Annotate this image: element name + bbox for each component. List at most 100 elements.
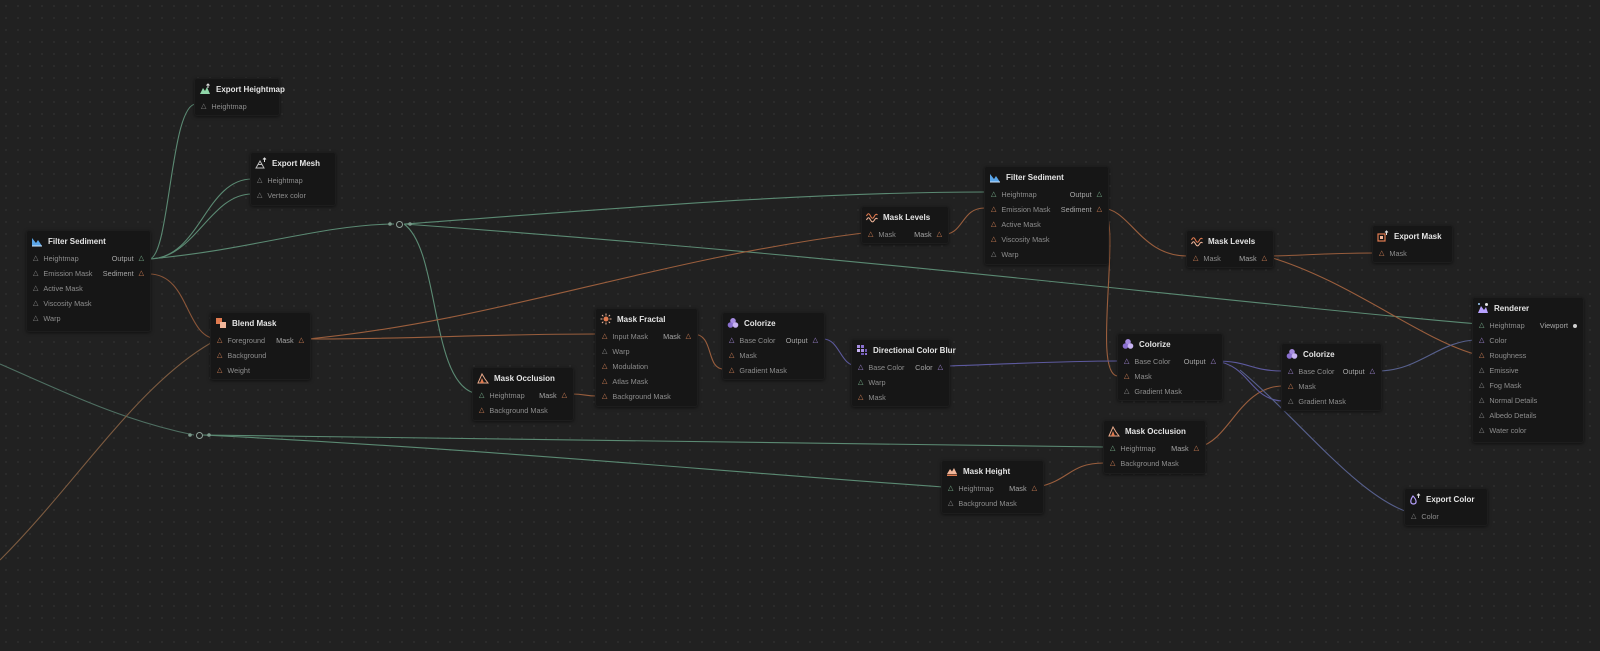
port-socket-icon[interactable]: △: [139, 270, 144, 277]
output-port[interactable]: Mask △: [914, 230, 942, 239]
input-port[interactable]: △ Active Mask: [991, 220, 1041, 229]
port-socket-icon[interactable]: △: [33, 285, 38, 292]
port-socket-icon[interactable]: △: [1032, 485, 1037, 492]
port-socket-icon[interactable]: △: [479, 407, 484, 414]
node-mask-levels[interactable]: Mask Levels △ Mask Mask △: [861, 206, 949, 244]
input-port[interactable]: △ Fog Mask: [1479, 381, 1521, 390]
input-port[interactable]: △ Mask: [868, 230, 896, 239]
port-socket-icon[interactable]: △: [1479, 367, 1484, 374]
input-port[interactable]: △ Viscosity Mask: [991, 235, 1050, 244]
port-socket-icon[interactable]: △: [257, 177, 262, 184]
node-header[interactable]: Colorize: [1282, 344, 1381, 364]
port-socket-icon[interactable]: △: [1124, 358, 1129, 365]
port-socket-icon[interactable]: △: [602, 363, 607, 370]
port-socket-icon[interactable]: △: [1097, 206, 1102, 213]
port-socket-icon[interactable]: △: [1370, 368, 1375, 375]
port-socket-icon[interactable]: △: [813, 337, 818, 344]
port-socket-icon[interactable]: △: [938, 364, 943, 371]
port-socket-icon[interactable]: △: [1194, 445, 1199, 452]
port-socket-icon[interactable]: △: [1288, 398, 1293, 405]
input-port[interactable]: △ Background Mask: [479, 406, 548, 415]
input-port[interactable]: △ Atlas Mask: [602, 377, 648, 386]
input-port[interactable]: △ Foreground: [217, 336, 265, 345]
port-socket-icon[interactable]: △: [729, 337, 734, 344]
port-socket-icon[interactable]: [1573, 323, 1577, 328]
port-socket-icon[interactable]: △: [1211, 358, 1216, 365]
port-socket-icon[interactable]: △: [1479, 397, 1484, 404]
port-socket-icon[interactable]: △: [1110, 445, 1115, 452]
port-socket-icon[interactable]: △: [729, 367, 734, 374]
input-port[interactable]: △ Base Color: [729, 336, 776, 345]
port-socket-icon[interactable]: △: [33, 300, 38, 307]
port-socket-icon[interactable]: △: [858, 379, 863, 386]
port-socket-icon[interactable]: △: [991, 206, 996, 213]
node-colorize[interactable]: Colorize △ Base Color Output △ △ Mask △ Grad…: [722, 312, 825, 380]
port-socket-icon[interactable]: △: [1193, 255, 1198, 262]
port-socket-icon[interactable]: △: [33, 255, 38, 262]
input-port[interactable]: △ Active Mask: [33, 284, 83, 293]
node-renderer[interactable]: Renderer △ Heightmap Viewport △ Color △ Rou…: [1472, 297, 1584, 443]
port-socket-icon[interactable]: △: [1479, 337, 1484, 344]
node-header[interactable]: Export Mask: [1373, 226, 1452, 246]
port-socket-icon[interactable]: △: [1097, 191, 1102, 198]
port-socket-icon[interactable]: △: [858, 364, 863, 371]
node-export-color[interactable]: Export Color △ Color: [1404, 488, 1488, 526]
output-port[interactable]: Mask △: [276, 336, 304, 345]
input-port[interactable]: △ Base Color: [1288, 367, 1335, 376]
node-header[interactable]: Export Heightmap: [195, 79, 285, 99]
node-header[interactable]: Mask Fractal: [596, 309, 697, 329]
input-port[interactable]: △ Roughness: [1479, 351, 1526, 360]
input-port[interactable]: △ Heightmap: [948, 484, 994, 493]
input-port[interactable]: △ Emission Mask: [33, 269, 92, 278]
output-port[interactable]: Output △: [1184, 357, 1216, 366]
input-port[interactable]: △ Heightmap: [257, 176, 303, 185]
port-socket-icon[interactable]: △: [1124, 373, 1129, 380]
output-port[interactable]: Sediment △: [1061, 205, 1102, 214]
port-socket-icon[interactable]: △: [991, 236, 996, 243]
port-socket-icon[interactable]: △: [991, 191, 996, 198]
port-socket-icon[interactable]: △: [217, 352, 222, 359]
node-mask-fractal[interactable]: Mask Fractal △ Input Mask Mask △ △ Warp △ Mo…: [595, 308, 698, 407]
port-socket-icon[interactable]: △: [1479, 352, 1484, 359]
node-export-mask[interactable]: Export Mask △ Mask: [1372, 225, 1453, 263]
output-port[interactable]: Color △: [915, 363, 943, 372]
port-socket-icon[interactable]: △: [33, 270, 38, 277]
node-mask-height[interactable]: Mask Height △ Heightmap Mask △ △ Background…: [941, 460, 1044, 514]
port-socket-icon[interactable]: △: [139, 255, 144, 262]
node-header[interactable]: Export Mesh: [251, 153, 335, 173]
input-port[interactable]: △ Heightmap: [201, 102, 247, 111]
node-export-mesh[interactable]: Export Mesh △ Heightmap △ Vertex color: [250, 152, 336, 206]
node-mask-occlusion[interactable]: Mask Occlusion △ Heightmap Mask △ △ Backgro…: [1103, 420, 1206, 474]
input-port[interactable]: △ Warp: [858, 378, 886, 387]
input-port[interactable]: △ Normal Details: [1479, 396, 1537, 405]
port-socket-icon[interactable]: △: [1379, 250, 1384, 257]
port-socket-icon[interactable]: △: [602, 378, 607, 385]
input-port[interactable]: △ Mask: [1124, 372, 1152, 381]
port-socket-icon[interactable]: △: [217, 337, 222, 344]
port-socket-icon[interactable]: △: [868, 231, 873, 238]
node-mask-levels[interactable]: Mask Levels △ Mask Mask △: [1186, 230, 1274, 268]
node-header[interactable]: Blend Mask: [211, 313, 310, 333]
port-socket-icon[interactable]: △: [729, 352, 734, 359]
node-blend-mask[interactable]: Blend Mask △ Foreground Mask △ △ Background…: [210, 312, 311, 380]
node-filter-sediment[interactable]: Filter Sediment △ Heightmap Output △ △ Emis…: [26, 230, 151, 332]
input-port[interactable]: △ Gradient Mask: [1124, 387, 1182, 396]
port-socket-icon[interactable]: △: [1479, 427, 1484, 434]
output-port[interactable]: Mask △: [1239, 254, 1267, 263]
input-port[interactable]: △ Heightmap: [1479, 321, 1525, 330]
output-port[interactable]: Sediment △: [103, 269, 144, 278]
input-port[interactable]: △ Gradient Mask: [1288, 397, 1346, 406]
input-port[interactable]: △ Vertex color: [257, 191, 306, 200]
output-port[interactable]: Output △: [1343, 367, 1375, 376]
port-socket-icon[interactable]: △: [1479, 382, 1484, 389]
port-socket-icon[interactable]: △: [991, 251, 996, 258]
output-port[interactable]: Mask △: [663, 332, 691, 341]
input-port[interactable]: △ Heightmap: [1110, 444, 1156, 453]
input-port[interactable]: △ Warp: [602, 347, 630, 356]
output-port[interactable]: Output △: [1070, 190, 1102, 199]
port-socket-icon[interactable]: △: [948, 485, 953, 492]
port-socket-icon[interactable]: △: [1288, 368, 1293, 375]
input-port[interactable]: △ Color: [1479, 336, 1507, 345]
input-port[interactable]: △ Warp: [991, 250, 1019, 259]
node-header[interactable]: Directional Color Blur: [852, 340, 956, 360]
